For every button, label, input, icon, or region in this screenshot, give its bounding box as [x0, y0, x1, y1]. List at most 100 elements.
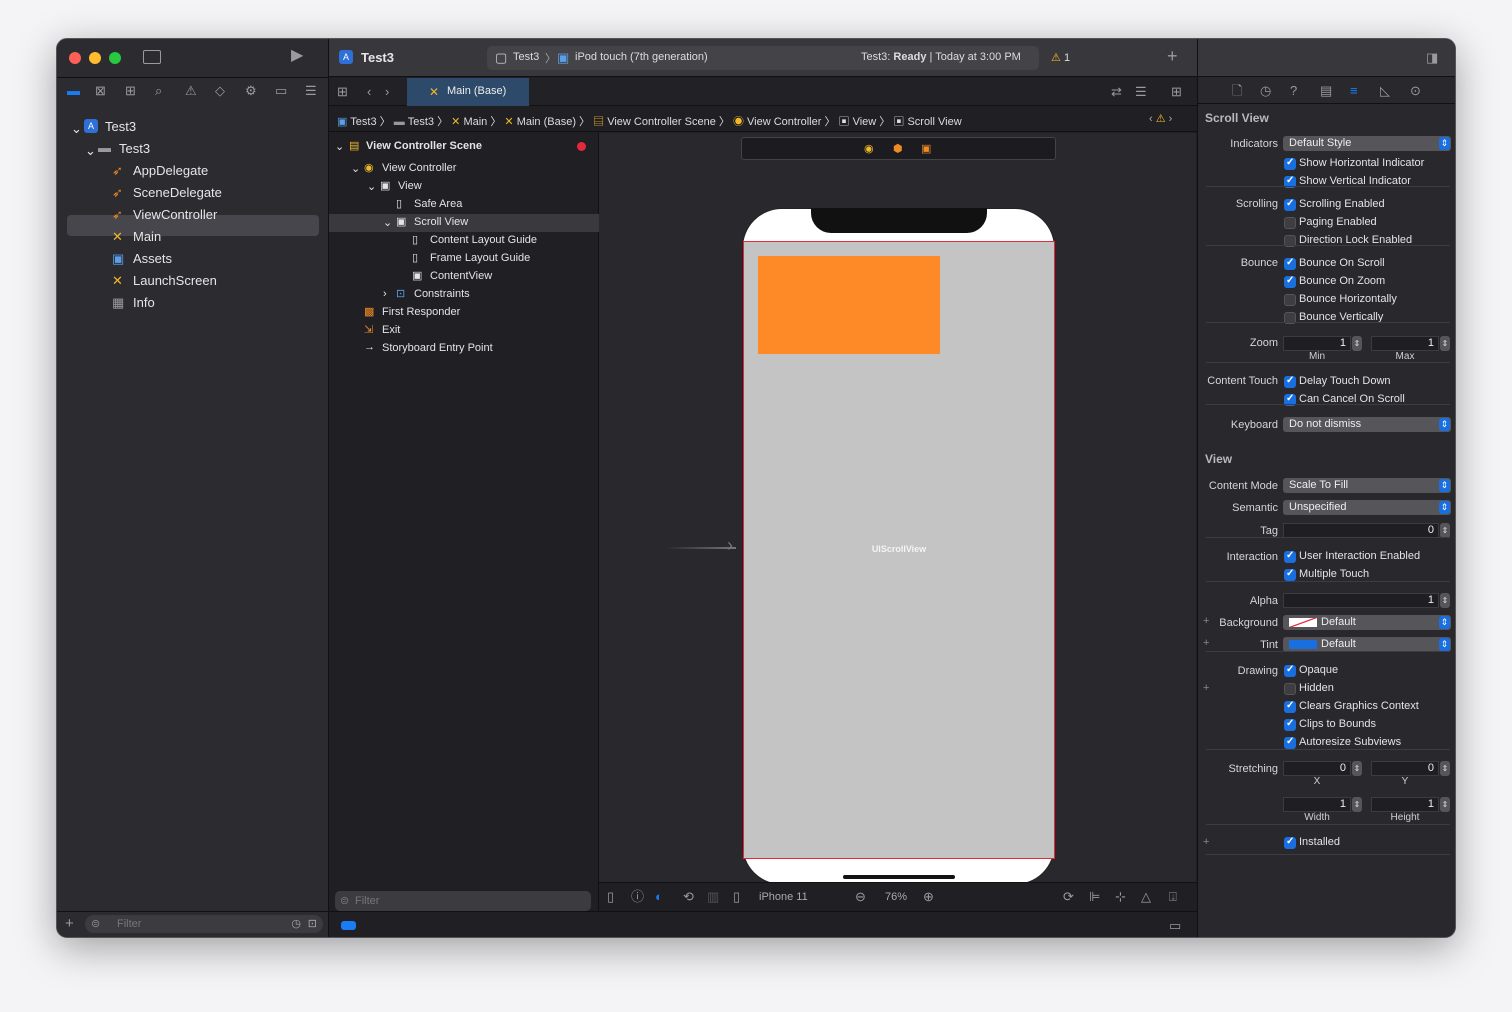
orange-content-view[interactable]	[758, 256, 940, 354]
installed-checkbox[interactable]	[1284, 836, 1296, 849]
debug-area-toggle-icon[interactable]	[341, 921, 356, 930]
stepper-icon[interactable]: ⇕	[1440, 336, 1450, 351]
back-icon[interactable]: ‹	[367, 84, 371, 100]
clears-checkbox[interactable]	[1284, 700, 1296, 713]
identity-inspector-icon[interactable]: ▤	[1320, 83, 1332, 99]
tab-main-base[interactable]: ✕ Main (Base)	[407, 78, 529, 106]
outline-item-constraints[interactable]: Constraints	[414, 288, 470, 300]
show-h-checkbox[interactable]	[1284, 157, 1296, 170]
swap-icon[interactable]: ⇄	[1111, 84, 1122, 100]
tree-item-launchscreen[interactable]: LaunchScreen	[133, 273, 217, 288]
forward-icon[interactable]: ›	[385, 84, 389, 100]
breadcrumb-item[interactable]: Main (Base)	[517, 116, 576, 128]
outline-item-contentview[interactable]: ContentView	[430, 270, 492, 282]
outline-item-frame-layout-guide[interactable]: Frame Layout Guide	[430, 252, 530, 264]
breadcrumb-item[interactable]: View Controller Scene	[607, 116, 716, 128]
outline-item-exit[interactable]: Exit	[382, 324, 400, 336]
navigator-filter-input[interactable]: Filter ⊜ ◷ ⊡	[85, 915, 323, 933]
editor-options-icon[interactable]: ☰	[1135, 84, 1147, 100]
disclosure-icon[interactable]: ⌄	[351, 162, 360, 175]
inspector-toggle-icon[interactable]: ◨	[1426, 50, 1438, 66]
outline-item-safe-area[interactable]: Safe Area	[414, 198, 462, 210]
hidden-checkbox[interactable]	[1284, 683, 1296, 695]
autoresize-checkbox[interactable]	[1284, 736, 1296, 749]
add-constraints-icon[interactable]: ⊹	[1115, 889, 1126, 905]
accessibility-icon[interactable]: ⓘ	[631, 889, 644, 905]
split-editor-icon[interactable]: ⊞	[1171, 84, 1182, 100]
breadcrumb-item[interactable]: Main	[463, 116, 487, 128]
tree-item-group[interactable]: Test3	[119, 141, 150, 156]
outline-item-scroll-view[interactable]: Scroll View	[414, 216, 468, 228]
minimize-window-button[interactable]	[89, 52, 101, 64]
update-frames-icon[interactable]: ⟳	[1063, 889, 1074, 905]
tree-item-info[interactable]: Info	[133, 295, 155, 310]
outline-filter-input[interactable]: ⊜ Filter	[335, 891, 591, 911]
recent-files-icon[interactable]: ◷	[291, 915, 301, 933]
zoom-in-icon[interactable]: ⊕	[923, 889, 934, 905]
source-control-icon[interactable]: ⊠	[95, 83, 106, 99]
issue-navigation[interactable]: ‹ ⚠ ›	[1149, 112, 1172, 125]
view-controller-icon[interactable]: ◉	[864, 142, 874, 155]
storyboard-canvas[interactable]: ◉ ⬢ ▣ › UIScrollView	[599, 133, 1196, 919]
disclosure-icon[interactable]: ⌄	[85, 143, 96, 159]
tag-value-field[interactable]: 0	[1283, 523, 1439, 538]
history-inspector-icon[interactable]: ◷	[1260, 83, 1271, 99]
stepper-icon[interactable]: ⇕	[1440, 797, 1450, 812]
disclosure-icon[interactable]: ⌄	[335, 140, 344, 153]
add-variation-icon[interactable]: +	[1203, 836, 1209, 848]
outline-item-scene[interactable]: View Controller Scene	[366, 140, 482, 152]
delay-touch-checkbox[interactable]	[1284, 375, 1296, 388]
run-button[interactable]: ▶	[291, 48, 303, 64]
zoom-min-field[interactable]: 1	[1283, 336, 1351, 351]
first-responder-icon[interactable]: ⬢	[893, 142, 903, 155]
breadcrumb-item[interactable]: Test3	[408, 116, 434, 128]
align-icon[interactable]: ⊫	[1089, 889, 1100, 905]
multi-touch-checkbox[interactable]	[1284, 568, 1296, 581]
indicators-popup[interactable]: Default Style	[1283, 136, 1451, 151]
zoom-out-icon[interactable]: ⊖	[855, 889, 866, 905]
bounce-scroll-checkbox[interactable]	[1284, 257, 1296, 270]
tree-item-assets[interactable]: Assets	[133, 251, 172, 266]
tree-item-scenedelegate[interactable]: SceneDelegate	[133, 185, 222, 200]
scroll-enabled-checkbox[interactable]	[1284, 198, 1296, 211]
search-icon[interactable]: ⌕	[155, 83, 162, 99]
add-variation-icon[interactable]: +	[1203, 637, 1209, 649]
clips-checkbox[interactable]	[1284, 718, 1296, 731]
issue-navigator-icon[interactable]: ⚠	[185, 83, 197, 99]
entry-point-arrow[interactable]	[666, 547, 736, 549]
resolve-issues-icon[interactable]: △	[1141, 889, 1151, 905]
device-icon[interactable]: ▯	[733, 889, 740, 905]
tree-item-appdelegate[interactable]: AppDelegate	[133, 163, 208, 178]
bounce-zoom-checkbox[interactable]	[1284, 275, 1296, 288]
stepper-icon[interactable]: ⇕	[1352, 761, 1362, 776]
stretch-h-field[interactable]: 1	[1371, 797, 1439, 812]
stepper-icon[interactable]: ⇕	[1352, 797, 1362, 812]
add-variation-icon[interactable]: +	[1203, 615, 1209, 627]
breadcrumb-item[interactable]: View	[853, 116, 877, 128]
stepper-icon[interactable]: ⇕	[1440, 761, 1450, 776]
folder-navigator-icon[interactable]: ▬	[67, 83, 80, 99]
keyboard-popup[interactable]: Do not dismiss	[1283, 417, 1451, 432]
connections-inspector-icon[interactable]: ⊙	[1410, 83, 1421, 99]
disclosure-icon[interactable]: ⌄	[367, 180, 376, 193]
file-inspector-icon[interactable]: 🗋	[1232, 83, 1242, 99]
appearance-icon[interactable]: ◐	[655, 889, 663, 905]
source-control-filter-icon[interactable]: ⊡	[308, 915, 317, 933]
exit-icon[interactable]: ▣	[921, 142, 931, 155]
test-navigator-icon[interactable]: ◇	[215, 83, 225, 99]
stepper-icon[interactable]: ⇕	[1440, 593, 1450, 608]
show-debug-area-icon[interactable]: ▭	[1169, 918, 1181, 934]
disclosure-icon[interactable]: ›	[383, 288, 387, 300]
orientation-icon[interactable]: ⟲	[683, 889, 694, 905]
zoom-window-button[interactable]	[109, 52, 121, 64]
zoom-max-field[interactable]: 1	[1371, 336, 1439, 351]
device-selector[interactable]: iPod touch (7th generation)	[575, 51, 708, 63]
related-items-icon[interactable]: ⊞	[337, 84, 348, 100]
stepper-icon[interactable]: ⇕	[1440, 523, 1450, 538]
size-inspector-icon[interactable]: ◺	[1380, 83, 1390, 99]
stretch-x-field[interactable]: 0	[1283, 761, 1351, 776]
opaque-checkbox[interactable]	[1284, 664, 1296, 677]
stretch-y-field[interactable]: 0	[1371, 761, 1439, 776]
outline-item-view-controller[interactable]: View Controller	[382, 162, 456, 174]
breakpoint-navigator-icon[interactable]: ▭	[275, 83, 287, 99]
